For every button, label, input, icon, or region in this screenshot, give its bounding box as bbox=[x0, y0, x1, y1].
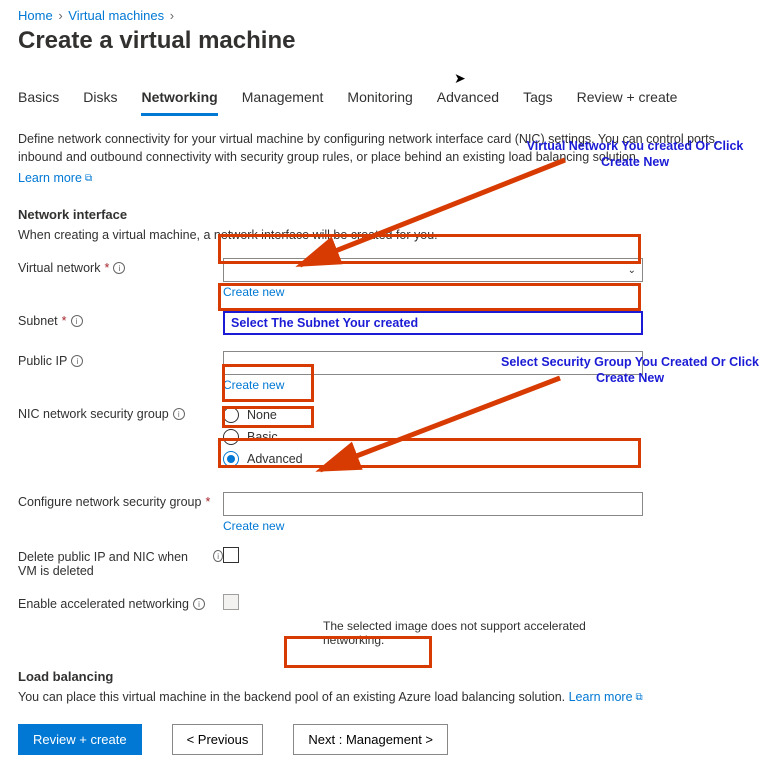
public-ip-create-new-link[interactable]: Create new bbox=[223, 378, 284, 392]
config-nsg-dropdown[interactable] bbox=[223, 492, 643, 516]
label-delete-pip: Delete public IP and NIC when VM is dele… bbox=[18, 550, 209, 578]
accel-checkbox bbox=[223, 594, 239, 610]
radio-none[interactable] bbox=[223, 407, 239, 423]
label-nsg: NIC network security group bbox=[18, 407, 169, 421]
tab-review[interactable]: Review + create bbox=[577, 83, 678, 116]
tab-management[interactable]: Management bbox=[242, 83, 324, 116]
learn-more-link[interactable]: Learn more ⧉ bbox=[18, 171, 92, 185]
tab-networking[interactable]: Networking bbox=[141, 83, 217, 116]
subnet-dropdown[interactable]: Select The Subnet Your created bbox=[223, 311, 643, 335]
tab-tags[interactable]: Tags bbox=[523, 83, 553, 116]
review-create-button[interactable]: Review + create bbox=[18, 724, 142, 755]
tab-advanced[interactable]: Advanced bbox=[437, 83, 499, 116]
required-marker: * bbox=[104, 261, 109, 275]
label-accel: Enable accelerated networking bbox=[18, 597, 189, 611]
tab-monitoring[interactable]: Monitoring bbox=[347, 83, 412, 116]
info-icon[interactable]: i bbox=[71, 355, 83, 367]
radio-basic-label: Basic bbox=[247, 430, 278, 444]
label-public-ip: Public IP bbox=[18, 354, 67, 368]
intro-text: Define network connectivity for your vir… bbox=[18, 131, 748, 166]
page-title: Create a virtual machine bbox=[18, 27, 762, 55]
chevron-right-icon: › bbox=[58, 8, 62, 23]
radio-advanced[interactable] bbox=[223, 451, 239, 467]
section-subtitle-lb: You can place this virtual machine in th… bbox=[18, 690, 762, 704]
chevron-down-icon: ⌄ bbox=[628, 265, 636, 276]
info-icon[interactable]: i bbox=[71, 315, 83, 327]
vnet-create-new-link[interactable]: Create new bbox=[223, 285, 284, 299]
external-link-icon: ⧉ bbox=[85, 173, 92, 184]
section-subtitle-nic: When creating a virtual machine, a netwo… bbox=[18, 228, 762, 242]
public-ip-dropdown[interactable] bbox=[223, 351, 643, 375]
delete-pip-checkbox[interactable] bbox=[223, 547, 239, 563]
radio-advanced-label: Advanced bbox=[247, 452, 303, 466]
tab-disks[interactable]: Disks bbox=[83, 83, 117, 116]
radio-none-label: None bbox=[247, 408, 277, 422]
external-link-icon: ⧉ bbox=[636, 692, 643, 703]
info-icon[interactable]: i bbox=[173, 408, 185, 420]
breadcrumb-home[interactable]: Home bbox=[18, 8, 53, 23]
required-marker: * bbox=[62, 314, 67, 328]
label-subnet: Subnet bbox=[18, 314, 58, 328]
info-icon[interactable]: i bbox=[113, 262, 125, 274]
config-nsg-create-new-link[interactable]: Create new bbox=[223, 519, 284, 533]
radio-basic[interactable] bbox=[223, 429, 239, 445]
learn-more-label: Learn more bbox=[18, 171, 82, 185]
subnet-placeholder: Select The Subnet Your created bbox=[231, 316, 418, 330]
previous-button[interactable]: < Previous bbox=[172, 724, 264, 755]
tab-basics[interactable]: Basics bbox=[18, 83, 59, 116]
lb-learn-more-link[interactable]: Learn more ⧉ bbox=[569, 690, 643, 704]
accel-note: The selected image does not support acce… bbox=[323, 619, 643, 647]
tabs: Basics Disks Networking Management Monit… bbox=[18, 83, 762, 117]
next-button[interactable]: Next : Management > bbox=[293, 724, 448, 755]
info-icon[interactable]: i bbox=[193, 598, 205, 610]
info-icon[interactable]: i bbox=[213, 550, 223, 562]
section-title-nic: Network interface bbox=[18, 207, 762, 222]
chevron-right-icon: › bbox=[170, 8, 174, 23]
vnet-dropdown[interactable]: ⌄ bbox=[223, 258, 643, 282]
label-vnet: Virtual network bbox=[18, 261, 100, 275]
required-marker: * bbox=[205, 495, 210, 509]
breadcrumb-vms[interactable]: Virtual machines bbox=[68, 8, 164, 23]
section-title-lb: Load balancing bbox=[18, 669, 762, 684]
breadcrumb: Home › Virtual machines › bbox=[18, 8, 762, 23]
footer: Review + create < Previous Next : Manage… bbox=[18, 724, 762, 755]
label-config-nsg: Configure network security group bbox=[18, 495, 201, 509]
